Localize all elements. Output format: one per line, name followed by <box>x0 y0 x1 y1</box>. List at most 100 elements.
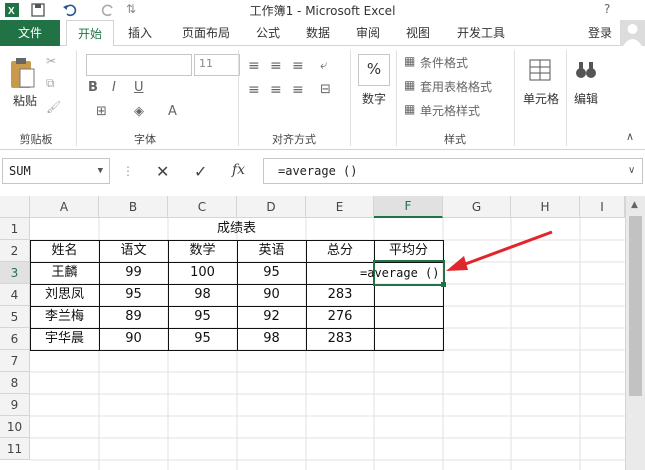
row-header-5[interactable]: 5 <box>0 306 30 328</box>
font-name-select[interactable] <box>86 54 192 76</box>
name-box[interactable]: SUM ▼ <box>2 158 110 184</box>
table-cell[interactable]: 95 <box>99 284 168 306</box>
table-cell[interactable]: 283 <box>306 284 374 306</box>
header-total[interactable]: 总分 <box>306 240 374 262</box>
expand-formula-icon[interactable]: ∨ <box>628 165 635 176</box>
col-header-g[interactable]: G <box>443 196 511 218</box>
align-middle-icon[interactable]: ≡ <box>270 58 282 74</box>
tab-data[interactable]: 数据 <box>296 20 340 46</box>
paste-label[interactable]: 粘贴 <box>8 92 42 109</box>
insert-function-icon[interactable]: fx <box>232 162 245 178</box>
row-header-6[interactable]: 6 <box>0 328 30 350</box>
cell-style-button[interactable]: 单元格样式 <box>420 102 480 119</box>
wrap-text-icon[interactable]: ⤶ <box>320 58 327 73</box>
login-link[interactable]: 登录 <box>580 20 620 46</box>
row-header-10[interactable]: 10 <box>0 416 30 438</box>
col-header-h[interactable]: H <box>511 196 580 218</box>
underline-button[interactable]: U <box>134 80 144 95</box>
table-cell[interactable]: 95 <box>168 306 237 328</box>
fill-color-icon[interactable]: ◈ <box>134 104 144 119</box>
bold-button[interactable]: B <box>88 80 98 95</box>
table-cell[interactable]: 刘思凤 <box>30 284 99 306</box>
scroll-up-icon[interactable]: ▲ <box>631 200 638 210</box>
table-cell[interactable]: 90 <box>237 284 306 306</box>
merge-center-icon[interactable]: ⊟ <box>320 82 331 97</box>
table-cell[interactable]: 98 <box>237 328 306 350</box>
table-cell[interactable]: 95 <box>237 262 306 284</box>
align-center-icon[interactable]: ≡ <box>270 82 282 98</box>
align-right-icon[interactable]: ≡ <box>292 82 304 98</box>
col-header-f[interactable]: F <box>374 196 443 218</box>
table-cell[interactable]: 99 <box>99 262 168 284</box>
table-cell[interactable]: 王麟 <box>30 262 99 284</box>
table-format-button[interactable]: 套用表格格式 <box>420 78 492 95</box>
header-average[interactable]: 平均分 <box>374 240 443 262</box>
row-header-1[interactable]: 1 <box>0 218 30 240</box>
vertical-scrollbar[interactable]: ▲ <box>625 196 645 470</box>
align-top-icon[interactable]: ≡ <box>248 58 260 74</box>
row-header-2[interactable]: 2 <box>0 240 30 262</box>
select-all-corner[interactable] <box>0 196 30 218</box>
cond-format-button[interactable]: 条件格式 <box>420 54 468 71</box>
col-header-i[interactable]: I <box>580 196 625 218</box>
table-cell[interactable]: 95 <box>168 328 237 350</box>
user-avatar-icon[interactable] <box>620 20 645 46</box>
row-header-4[interactable]: 4 <box>0 284 30 306</box>
italic-button[interactable]: I <box>112 80 116 95</box>
tab-formulas[interactable]: 公式 <box>248 20 288 46</box>
table-title[interactable]: 成绩表 <box>30 218 443 240</box>
help-icon[interactable]: ? <box>604 2 620 18</box>
col-header-c[interactable]: C <box>168 196 237 218</box>
border-icon[interactable]: ⊞ <box>96 104 107 119</box>
table-cell[interactable]: 李兰梅 <box>30 306 99 328</box>
tab-view[interactable]: 视图 <box>396 20 440 46</box>
table-cell[interactable]: 276 <box>306 306 374 328</box>
cut-icon[interactable]: ✂ <box>46 54 56 68</box>
cancel-icon[interactable]: ✕ <box>156 162 169 181</box>
table-cell[interactable]: 宇华晨 <box>30 328 99 350</box>
tab-file[interactable]: 文件 <box>0 20 60 46</box>
font-size-select[interactable]: 11 <box>194 54 240 76</box>
percent-style-button[interactable]: % <box>358 54 390 86</box>
font-color-button[interactable]: A <box>168 104 177 119</box>
row-header-3[interactable]: 3 <box>0 262 30 284</box>
table-cell[interactable]: 100 <box>168 262 237 284</box>
tab-home[interactable]: 开始 <box>66 20 114 49</box>
worksheet-grid[interactable]: A B C D E F G H I 1 2 3 4 5 6 7 8 9 10 1… <box>0 196 625 470</box>
collapse-ribbon-icon[interactable]: ∧ <box>626 130 634 143</box>
scrollbar-thumb[interactable] <box>629 216 642 396</box>
more-options-icon[interactable]: ⋮ <box>122 164 134 178</box>
enter-icon[interactable]: ✓ <box>194 162 207 181</box>
copy-icon[interactable]: ⧉ <box>46 76 55 91</box>
format-painter-icon[interactable]: 🖌 <box>46 100 61 114</box>
row-header-9[interactable]: 9 <box>0 394 30 416</box>
cells-button[interactable]: 单元格 <box>518 90 564 107</box>
align-bottom-icon[interactable]: ≡ <box>292 58 304 74</box>
number-format-button[interactable]: 数字 <box>354 90 394 107</box>
table-cell[interactable]: 89 <box>99 306 168 328</box>
row-header-11[interactable]: 11 <box>0 438 30 460</box>
header-math[interactable]: 数学 <box>168 240 237 262</box>
active-cell-formula[interactable]: =average () <box>360 262 450 284</box>
table-cell[interactable]: 92 <box>237 306 306 328</box>
col-header-a[interactable]: A <box>30 196 99 218</box>
table-cell[interactable]: 98 <box>168 284 237 306</box>
chevron-down-icon[interactable]: ▼ <box>98 159 103 183</box>
tab-developer[interactable]: 开发工具 <box>444 20 518 46</box>
header-english[interactable]: 英语 <box>237 240 306 262</box>
row-header-7[interactable]: 7 <box>0 350 30 372</box>
tab-page-layout[interactable]: 页面布局 <box>170 20 242 46</box>
align-left-icon[interactable]: ≡ <box>248 82 260 98</box>
tab-review[interactable]: 审阅 <box>346 20 390 46</box>
header-chinese[interactable]: 语文 <box>99 240 168 262</box>
table-cell[interactable]: 283 <box>306 328 374 350</box>
col-header-b[interactable]: B <box>99 196 168 218</box>
tab-insert[interactable]: 插入 <box>118 20 162 46</box>
col-header-d[interactable]: D <box>237 196 306 218</box>
col-header-e[interactable]: E <box>306 196 374 218</box>
editing-button[interactable]: 编辑 <box>568 90 604 107</box>
paste-icon[interactable] <box>8 56 38 90</box>
formula-input[interactable]: =average () <box>263 158 643 184</box>
row-header-8[interactable]: 8 <box>0 372 30 394</box>
table-cell[interactable]: 90 <box>99 328 168 350</box>
